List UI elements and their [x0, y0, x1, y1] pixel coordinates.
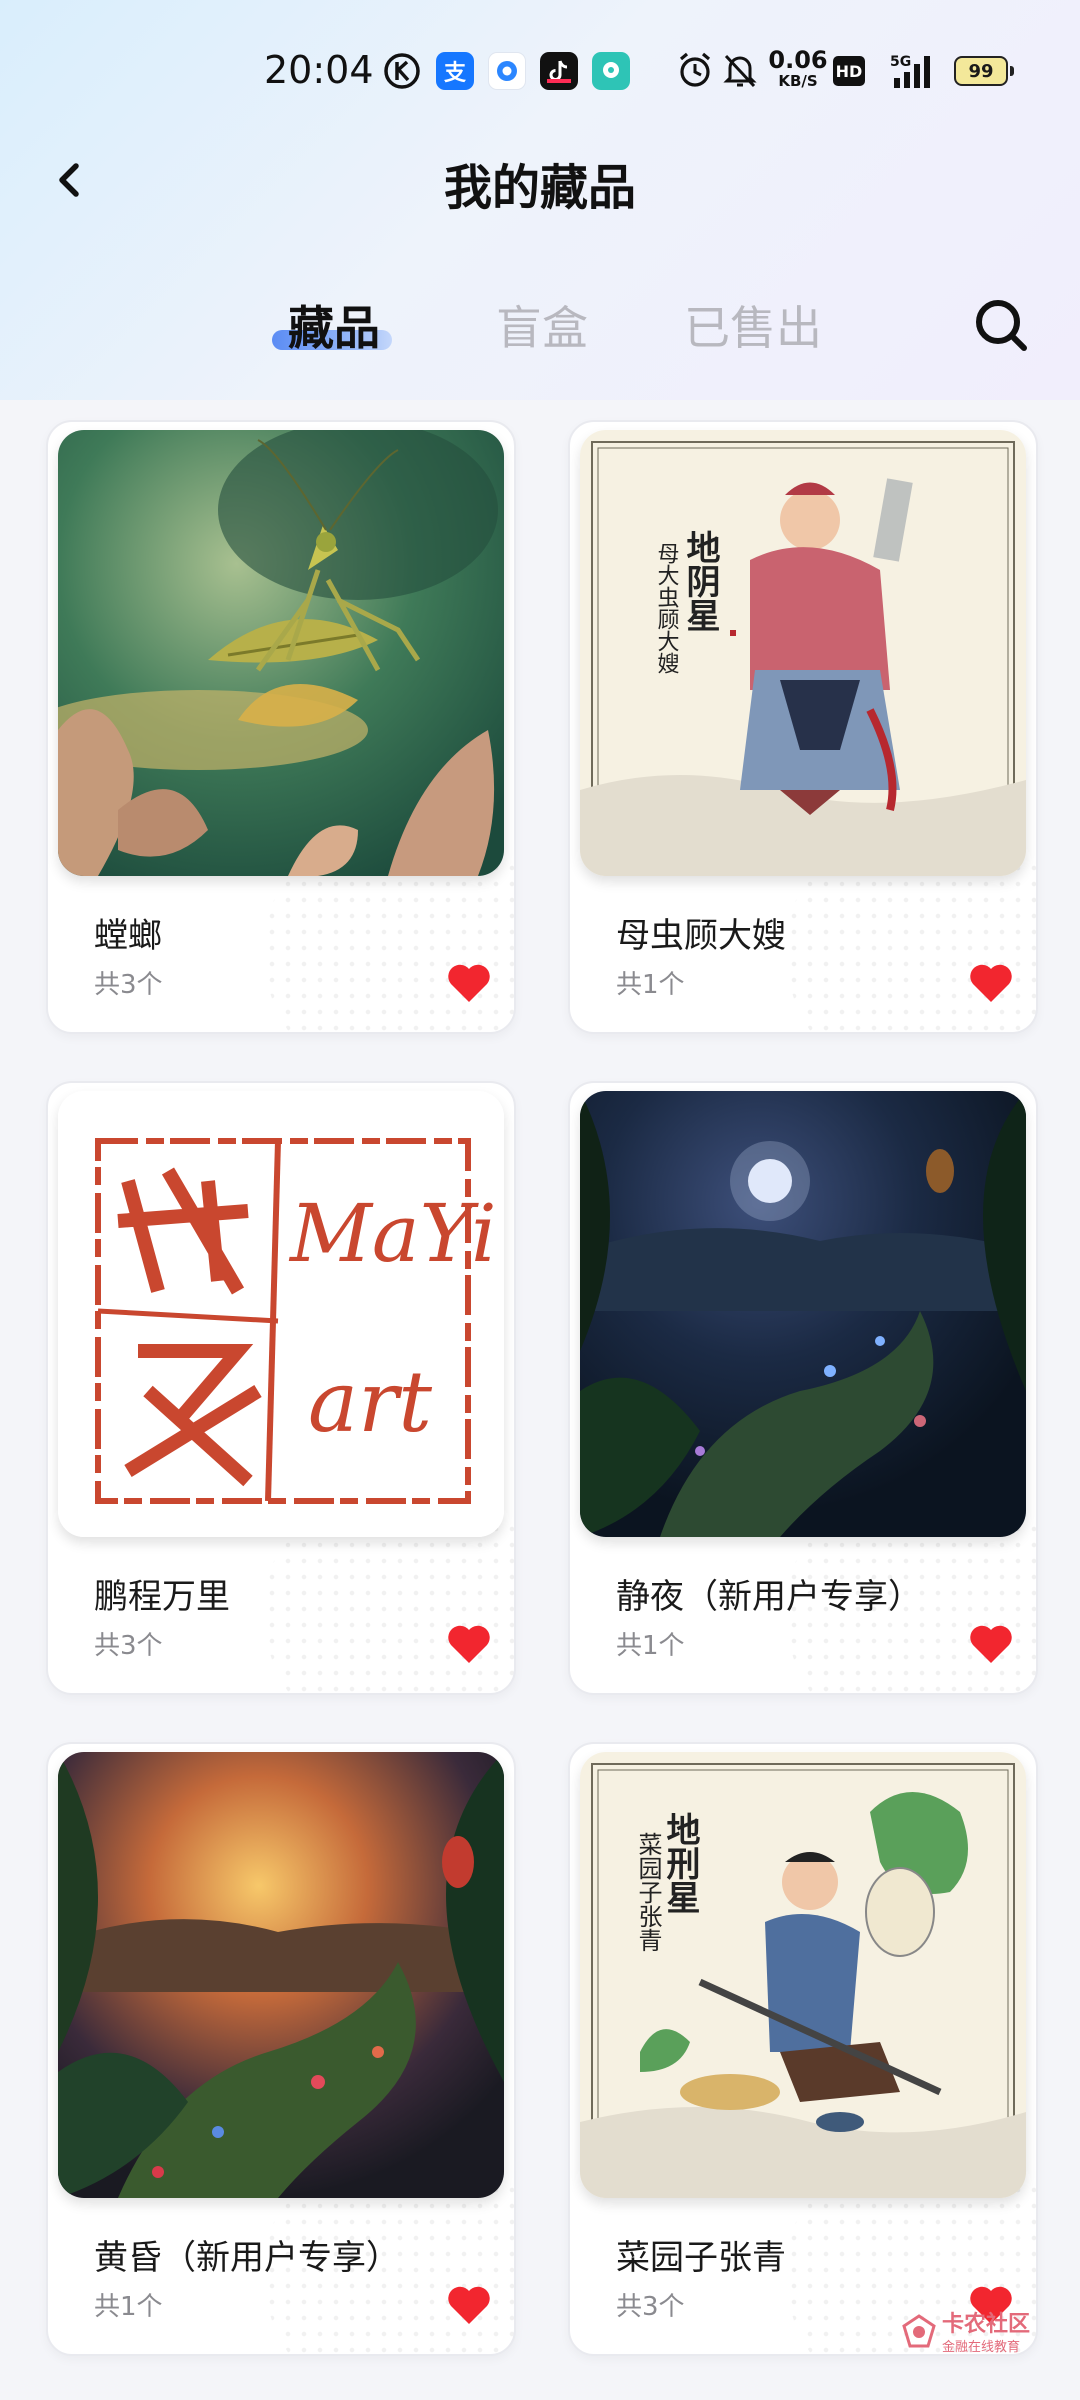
night-jungle-artwork [580, 1091, 1026, 1537]
watermark-subtext: 金融在线教育 [942, 2340, 1021, 2355]
heart-icon[interactable] [968, 1623, 1014, 1665]
collection-card[interactable]: 黄昏（新用户专享） 共1个 [46, 1742, 516, 2356]
heart-icon[interactable] [446, 962, 492, 1004]
mute-icon [722, 50, 758, 94]
art-caption-2: 母大虫顾大嫂 [654, 542, 680, 674]
network-speed: 0.06 KB/S [768, 46, 828, 90]
blue-circle-app-icon [488, 52, 526, 90]
search-button[interactable] [972, 296, 1030, 354]
card-count: 共1个 [616, 970, 685, 1000]
card-title: 鹏程万里 [94, 1577, 230, 1617]
gu-dasao-artwork: 地阴星 母大虫顾大嫂 [580, 430, 1026, 876]
chat-app-icon [592, 52, 630, 90]
signal-icon: 5G [884, 52, 942, 94]
status-bar: 20:04 支 0.06 KB/S HD 5G 99 [0, 0, 1080, 140]
collection-card[interactable]: 地刑星 菜园子张青 菜园子张青 共3个 [568, 1742, 1038, 2356]
art-caption-1: MaYi [288, 1187, 497, 1280]
art-caption-1: 地阴星 [680, 530, 720, 632]
search-icon [976, 300, 1027, 351]
collection-card[interactable]: 静夜（新用户专享） 共1个 [568, 1081, 1038, 1695]
mantis-artwork [58, 430, 504, 876]
card-title: 黄昏（新用户专享） [94, 2238, 400, 2278]
page-title: 我的藏品 [443, 160, 636, 216]
collection-card[interactable]: 地阴星 母大虫顾大嫂 母虫顾大嫂 共1个 [568, 420, 1038, 1034]
collection-card[interactable]: MaYi art 鹏程万里 共3个 [46, 1081, 516, 1695]
card-count: 共1个 [94, 2292, 163, 2322]
watermark-text: 卡农社区 [942, 2312, 1031, 2337]
alipay-icon: 支 [436, 52, 474, 90]
card-count: 共3个 [94, 1631, 163, 1661]
art-caption-2: art [308, 1353, 432, 1451]
kugou-icon [383, 52, 421, 90]
hd-badge: HD [833, 56, 865, 86]
mayi-art-seal: MaYi art [58, 1091, 504, 1537]
battery-indicator: 99 [954, 56, 1014, 86]
card-title: 螳螂 [94, 916, 162, 956]
heart-icon[interactable] [446, 1623, 492, 1665]
art-caption-1: 地刑星 [660, 1812, 700, 1914]
tab-sold[interactable]: 已售出 [684, 292, 822, 358]
tiktok-icon [540, 52, 578, 90]
collection-card[interactable]: 螳螂 共3个 [46, 420, 516, 1034]
svg-text:5G: 5G [890, 54, 911, 70]
watermark: 卡农社区 金融在线教育 [900, 2304, 1070, 2360]
heart-icon[interactable] [968, 962, 1014, 1004]
card-title: 菜园子张青 [616, 2238, 786, 2278]
tab-blind-box[interactable]: 盲盒 [496, 292, 588, 358]
art-caption-2: 菜园子张青 [634, 1832, 662, 1952]
card-count: 共3个 [616, 2292, 685, 2322]
zhang-qing-artwork: 地刑星 菜园子张青 [580, 1752, 1026, 2198]
dusk-jungle-artwork [58, 1752, 504, 2198]
card-count: 共3个 [94, 970, 163, 1000]
status-time: 20:04 [264, 48, 374, 92]
kanong-logo-icon [902, 2314, 936, 2348]
card-title: 静夜（新用户专享） [616, 1577, 922, 1617]
tab-collections[interactable]: 藏品 [288, 292, 380, 358]
card-title: 母虫顾大嫂 [616, 916, 786, 956]
card-count: 共1个 [616, 1631, 685, 1661]
alarm-icon [676, 50, 714, 94]
heart-icon[interactable] [446, 2284, 492, 2326]
